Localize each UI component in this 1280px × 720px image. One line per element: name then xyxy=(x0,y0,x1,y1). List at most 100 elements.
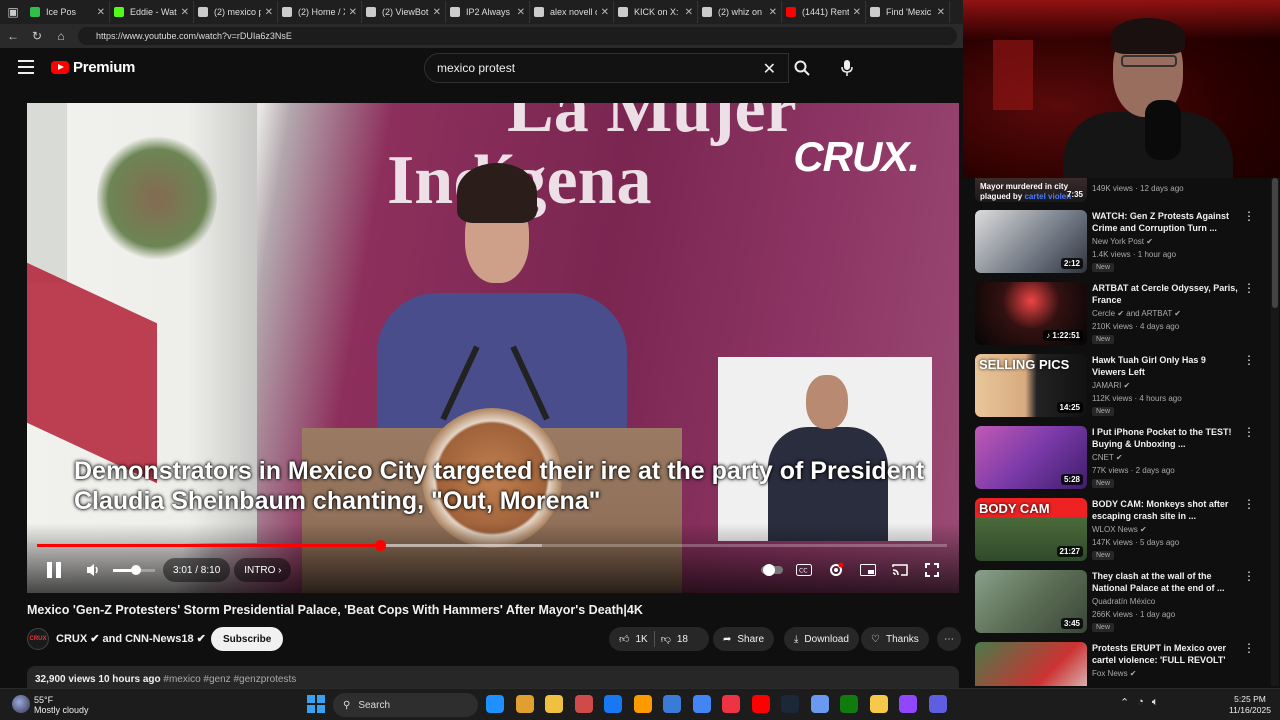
recommendation-thumbnail[interactable]: BODY CAM 21:27 xyxy=(975,498,1087,561)
thumbs-down-icon[interactable]: 👎︎ xyxy=(661,633,671,645)
taskbar-app-icon[interactable] xyxy=(840,695,858,713)
browser-tab[interactable]: IP2 Always ✕ xyxy=(446,1,530,23)
browser-tab[interactable]: (2) whiz on ✕ xyxy=(698,1,782,23)
search-button[interactable] xyxy=(786,53,818,83)
recommendation-title[interactable]: ARTBAT at Cercle Odyssey, Paris, France xyxy=(1092,282,1242,306)
recommendation-title[interactable]: Protests ERUPT in Mexico over cartel vio… xyxy=(1092,642,1242,666)
recommendation-thumbnail[interactable] xyxy=(975,642,1087,686)
channel-name[interactable]: CRUX ✔ and CNN-News18 ✔ xyxy=(56,632,206,645)
browser-tab[interactable]: (2) Home / X ✕ xyxy=(278,1,362,23)
taskbar-app-icon[interactable] xyxy=(899,695,917,713)
more-actions-icon[interactable]: ⋯ xyxy=(937,627,961,651)
taskbar-app-icon[interactable] xyxy=(515,695,534,713)
recommendation-title[interactable]: I Put iPhone Pocket to the TEST! Buying … xyxy=(1092,426,1242,450)
video-player[interactable]: La Mujer Indígena CRUX. Demonstrators in… xyxy=(27,103,959,593)
recommendation-item[interactable]: BODY CAM 21:27 BODY CAM: Monkeys shot afte… xyxy=(975,498,1275,564)
window-menu-icon[interactable]: ▣ xyxy=(0,0,26,24)
recommendation-channel[interactable]: CNET ✔ xyxy=(1092,453,1123,462)
recommendation-title[interactable]: Hawk Tuah Girl Only Has 9 Viewers Left xyxy=(1092,354,1242,378)
channel-avatar[interactable]: CRUX xyxy=(27,628,49,650)
more-options-icon[interactable]: ⋮ xyxy=(1243,642,1255,654)
tab-close-icon[interactable]: ✕ xyxy=(769,7,777,18)
progress-bar[interactable] xyxy=(37,540,947,551)
taskbar-app-icon[interactable] xyxy=(633,695,652,713)
subtitles-icon[interactable]: CC xyxy=(792,558,816,582)
tab-close-icon[interactable]: ✕ xyxy=(181,7,189,18)
more-options-icon[interactable]: ⋮ xyxy=(1243,282,1255,294)
search-input[interactable]: mexico protest ✕ xyxy=(424,53,789,83)
like-count[interactable]: 1K xyxy=(635,634,647,645)
taskbar-app-icon[interactable] xyxy=(722,695,740,713)
browser-tab[interactable]: Ice Pos ✕ xyxy=(26,1,110,23)
hashtags[interactable]: #mexico #genz #genzprotests xyxy=(163,674,296,685)
taskbar-clock[interactable]: 5:25 PM 11/16/2025 xyxy=(1225,694,1275,716)
taskbar-app-icon[interactable] xyxy=(869,695,888,713)
recommendation-title[interactable]: They clash at the wall of the National P… xyxy=(1092,570,1242,594)
more-options-icon[interactable]: ⋮ xyxy=(1243,570,1255,582)
recommendation-channel[interactable]: Quadratín México xyxy=(1092,597,1155,606)
browser-tab[interactable]: Find 'Mexic ✕ xyxy=(866,1,950,23)
recommendation-channel[interactable]: New York Post ✔ xyxy=(1092,237,1153,246)
taskbar-search[interactable]: ⚲ Search xyxy=(333,693,478,717)
tab-close-icon[interactable]: ✕ xyxy=(685,7,693,18)
subscribe-button[interactable]: Subscribe xyxy=(211,627,284,651)
browser-tab[interactable]: (2) ViewBot ✕ xyxy=(362,1,446,23)
recommendation-item[interactable]: 2:12 WATCH: Gen Z Protests Against Crime … xyxy=(975,210,1275,276)
tab-close-icon[interactable]: ✕ xyxy=(265,7,273,18)
url-field[interactable]: https://www.youtube.com/watch?v=rDUIa6z3… xyxy=(78,27,957,45)
taskbar-app-icon[interactable] xyxy=(663,695,681,713)
recommendation-channel[interactable]: Fox News ✔ xyxy=(1092,669,1137,678)
recommendation-title[interactable]: WATCH: Gen Z Protests Against Crime and … xyxy=(1092,210,1242,234)
back-icon[interactable]: ← xyxy=(6,29,20,43)
chevron-up-icon[interactable]: ⌃ xyxy=(1120,696,1129,709)
youtube-premium-logo[interactable]: Premium xyxy=(51,59,135,76)
more-options-icon[interactable]: ⋮ xyxy=(1243,426,1255,438)
taskbar-app-icon[interactable] xyxy=(810,695,829,713)
taskbar-app-icon[interactable] xyxy=(486,695,504,713)
voice-search-button[interactable] xyxy=(832,53,862,83)
recommendation-item[interactable]: SELLING PICS 14:25 Hawk Tuah Girl Only Has… xyxy=(975,354,1275,420)
fullscreen-icon[interactable] xyxy=(920,558,944,582)
browser-tab[interactable]: (2) mexico p ✕ xyxy=(194,1,278,23)
recommendation-thumbnail[interactable]: 3:45 xyxy=(975,570,1087,633)
miniplayer-icon[interactable] xyxy=(856,558,880,582)
taskbar-app-icon[interactable] xyxy=(574,695,593,713)
volume-icon[interactable] xyxy=(83,558,105,582)
pause-button[interactable] xyxy=(39,558,69,582)
reload-icon[interactable]: ↻ xyxy=(30,29,44,43)
taskbar-app-icon[interactable] xyxy=(781,695,799,713)
thumbs-up-icon[interactable]: 👍︎ xyxy=(619,633,629,645)
tab-close-icon[interactable]: ✕ xyxy=(937,7,945,18)
tab-close-icon[interactable]: ✕ xyxy=(517,7,525,18)
recommendation-thumbnail[interactable]: 2:12 xyxy=(975,210,1087,273)
home-icon[interactable]: ⌂ xyxy=(54,29,68,43)
browser-tab[interactable]: (1441) Rent ✕ xyxy=(782,1,866,23)
more-options-icon[interactable]: ⋮ xyxy=(1243,354,1255,366)
recommendation-thumbnail[interactable]: SELLING PICS 14:25 xyxy=(975,354,1087,417)
sidebar-scrollbar[interactable] xyxy=(1271,178,1279,686)
browser-tab[interactable]: alex novell c ✕ xyxy=(530,1,614,23)
download-button[interactable]: ⤓ Download xyxy=(784,627,859,651)
tab-close-icon[interactable]: ✕ xyxy=(601,7,609,18)
volume-slider[interactable] xyxy=(113,558,155,582)
browser-tab[interactable]: KICK on X: ✕ xyxy=(614,1,698,23)
recommendation-channel[interactable]: WLOX News ✔ xyxy=(1092,525,1147,534)
recommendation-channel[interactable]: Cercle ✔ and ARTBAT ✔ xyxy=(1092,309,1181,318)
tab-close-icon[interactable]: ✕ xyxy=(433,7,441,18)
recommendation-thumbnail[interactable]: 5:28 xyxy=(975,426,1087,489)
thanks-button[interactable]: ♡ Thanks xyxy=(861,627,929,651)
wifi-icon[interactable]: ◔ xyxy=(1137,696,1144,709)
tab-close-icon[interactable]: ✕ xyxy=(97,7,105,18)
recommendation-thumbnail[interactable]: Mayor murdered in city plagued by cartel … xyxy=(975,178,1087,202)
taskbar-app-icon[interactable] xyxy=(604,695,622,713)
more-options-icon[interactable]: ⋮ xyxy=(1243,498,1255,510)
dislike-count[interactable]: 18 xyxy=(677,634,688,645)
windows-start-icon[interactable] xyxy=(307,695,325,713)
browser-tab[interactable]: Eddie - Wat ✕ xyxy=(110,1,194,23)
recommendation-item[interactable]: 5:28 I Put iPhone Pocket to the TEST! Buy… xyxy=(975,426,1275,492)
weather-widget[interactable]: 55°F Mostly cloudy xyxy=(12,693,112,717)
chapter-button[interactable]: INTRO › xyxy=(234,558,292,582)
volume-tray-icon[interactable]: 🔈︎ xyxy=(1152,696,1159,709)
taskbar-app-icon[interactable] xyxy=(928,695,947,713)
recommendation-item[interactable]: Protests ERUPT in Mexico over cartel vio… xyxy=(975,642,1275,686)
